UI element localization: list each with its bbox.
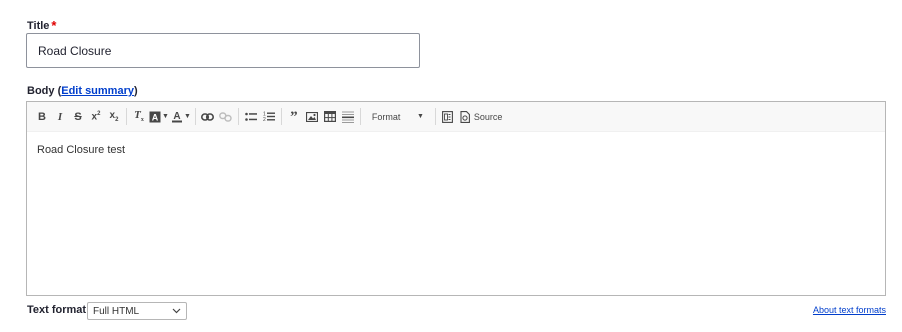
about-text-formats-link[interactable]: About text formats (813, 305, 886, 315)
italic-icon[interactable]: I (51, 106, 69, 128)
toolbar-separator (359, 108, 361, 125)
editor-toolbar: B I S x2 x2 Tx A ▼ A ▼ 12 ” Format ▼ Sou… (27, 102, 885, 132)
edit-summary-link[interactable]: Edit summary (61, 85, 134, 97)
subscript-icon[interactable]: x2 (105, 106, 123, 128)
toolbar-separator (194, 108, 196, 125)
bulleted-list-icon[interactable] (242, 106, 260, 128)
unlink-icon (217, 106, 235, 128)
svg-text:A: A (152, 112, 159, 122)
format-dropdown[interactable]: Format ▼ (366, 107, 430, 127)
title-input[interactable] (26, 33, 420, 68)
required-marker: * (51, 18, 57, 33)
rich-text-editor: B I S x2 x2 Tx A ▼ A ▼ 12 ” Format ▼ Sou… (26, 101, 886, 296)
chevron-down-icon (172, 308, 181, 314)
blockquote-icon[interactable]: ” (285, 106, 303, 128)
templates-icon[interactable] (439, 106, 457, 128)
remove-format-icon[interactable]: Tx (130, 106, 148, 128)
toolbar-separator (280, 108, 282, 125)
title-label: Title * (27, 18, 57, 33)
table-icon[interactable] (321, 106, 339, 128)
format-dropdown-label: Format (371, 111, 401, 122)
text-format-selected: Full HTML (93, 305, 140, 317)
svg-text:2: 2 (263, 117, 266, 122)
text-color-icon[interactable]: A ▼ (170, 106, 192, 128)
source-icon (460, 110, 470, 123)
link-icon[interactable] (199, 106, 217, 128)
svg-text:A: A (173, 111, 180, 122)
image-icon[interactable] (303, 106, 321, 128)
strikethrough-icon[interactable]: S (69, 106, 87, 128)
text-format-select[interactable]: Full HTML (87, 302, 187, 320)
text-format-label: Text format (27, 304, 87, 316)
toolbar-separator (237, 108, 239, 125)
body-label: Body (Edit summary) (27, 85, 138, 97)
superscript-icon[interactable]: x2 (87, 106, 105, 128)
source-label: Source (473, 111, 503, 122)
toolbar-separator (434, 108, 436, 125)
editor-content[interactable]: Road Closure test (27, 132, 885, 168)
bold-icon[interactable]: B (33, 106, 51, 128)
source-button[interactable]: Source (457, 110, 506, 123)
numbered-list-icon[interactable]: 12 (260, 106, 278, 128)
toolbar-separator (126, 108, 127, 125)
background-color-icon[interactable]: A ▼ (148, 106, 170, 128)
chevron-down-icon: ▼ (416, 113, 424, 120)
horizontal-line-icon[interactable] (339, 106, 357, 128)
